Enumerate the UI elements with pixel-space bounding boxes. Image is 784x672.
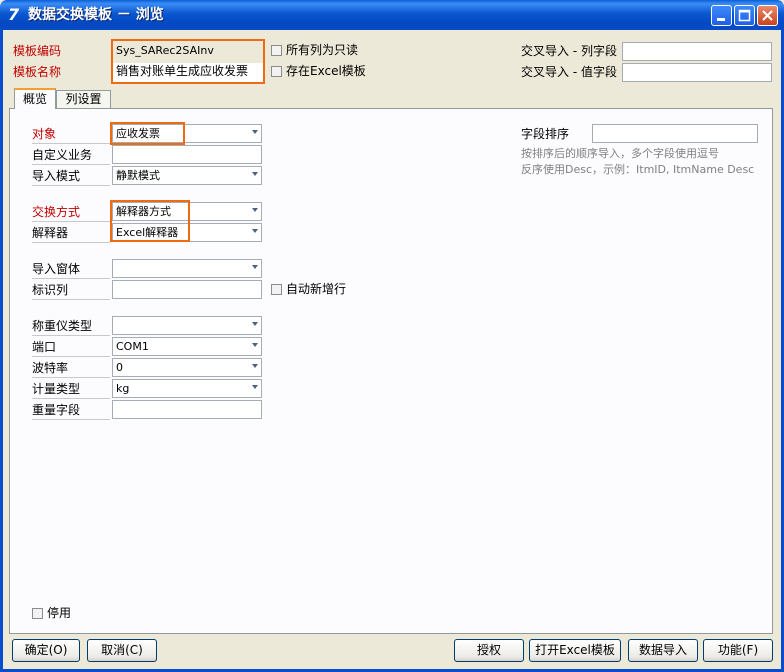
weight-field-input[interactable] [112, 400, 262, 419]
sort-hint-1: 按排序后的顺序导入，多个字段使用逗号 [521, 147, 719, 160]
chevron-down-icon [252, 208, 258, 212]
import-mode-label: 导入模式 [32, 169, 81, 183]
all-readonly-checkbox[interactable] [271, 45, 282, 56]
unit-type-label: 计量类型 [32, 382, 81, 396]
template-code-label: 模板编码 [13, 44, 62, 58]
chevron-down-icon [252, 364, 258, 368]
chevron-down-icon [252, 229, 258, 233]
scale-type-select[interactable] [112, 316, 262, 335]
baud-select[interactable]: 0 [112, 358, 262, 377]
chevron-down-icon [252, 265, 258, 269]
disabled-checkbox[interactable] [32, 608, 43, 619]
cross-val-label: 交叉导入 - 值字段 [521, 65, 617, 79]
authorize-button[interactable]: 授权 [454, 639, 524, 662]
minimize-icon [717, 18, 725, 21]
tab-overview[interactable]: 概览 [14, 88, 56, 109]
id-column-label: 标识列 [32, 283, 69, 297]
row-divider [32, 242, 110, 243]
template-name-label: 模板名称 [13, 65, 62, 79]
row-divider [32, 419, 110, 420]
exchange-highlight-box [110, 200, 190, 242]
cancel-button[interactable]: 取消(C) [87, 639, 157, 662]
custom-business-label: 自定义业务 [32, 148, 93, 162]
row-divider [32, 398, 110, 399]
exchange-method-label: 交换方式 [32, 205, 81, 219]
cross-col-field[interactable] [622, 42, 772, 61]
chevron-down-icon [252, 172, 258, 176]
import-form-select[interactable] [112, 259, 262, 278]
row-divider [32, 278, 110, 279]
cross-val-field[interactable] [622, 63, 772, 82]
template-name-field[interactable]: 销售对账单生成应收发票 [113, 63, 263, 82]
row-divider [32, 164, 110, 165]
excel-template-checkbox[interactable] [271, 66, 282, 77]
disabled-label: 停用 [47, 606, 72, 620]
id-column-field[interactable] [112, 280, 262, 299]
row-divider [32, 143, 110, 144]
open-excel-button[interactable]: 打开Excel模板 [529, 639, 621, 662]
chevron-down-icon [252, 130, 258, 134]
app-icon: 7 [8, 5, 20, 24]
row-divider [32, 299, 110, 300]
port-select[interactable]: COM1 [112, 337, 262, 356]
row-divider [32, 335, 110, 336]
scale-type-label: 称重仪类型 [32, 319, 93, 333]
ok-button[interactable]: 确定(O) [12, 639, 80, 662]
parser-label: 解释器 [32, 226, 69, 240]
baud-label: 波特率 [32, 361, 69, 375]
sort-hint-2: 反序使用Desc，示例：ItmID, ItmName Desc [521, 163, 755, 176]
tab-column-settings[interactable]: 列设置 [56, 90, 111, 108]
cross-col-label: 交叉导入 - 列字段 [521, 44, 617, 58]
object-label: 对象 [32, 127, 57, 141]
row-divider [32, 221, 110, 222]
maximize-button[interactable] [734, 5, 755, 26]
close-button[interactable] [757, 5, 778, 26]
custom-business-field[interactable] [112, 145, 262, 164]
template-code-field[interactable]: Sys_SARec2SAInv [113, 42, 263, 61]
object-highlight-box [110, 122, 185, 145]
row-divider [32, 185, 110, 186]
import-form-label: 导入窗体 [32, 262, 81, 276]
chevron-down-icon [252, 385, 258, 389]
import-mode-select[interactable]: 静默模式 [112, 166, 262, 185]
minimize-button[interactable] [711, 5, 732, 26]
sort-label: 字段排序 [521, 127, 570, 141]
unit-type-value: kg [116, 382, 130, 395]
close-icon [762, 10, 773, 21]
data-import-button[interactable]: 数据导入 [628, 639, 698, 662]
sort-field[interactable] [592, 124, 758, 143]
port-label: 端口 [32, 340, 57, 354]
unit-type-select[interactable]: kg [112, 379, 262, 398]
weight-field-label: 重量字段 [32, 403, 81, 417]
auto-new-row-checkbox[interactable] [271, 284, 282, 295]
function-button[interactable]: 功能(F) [703, 639, 773, 662]
row-divider [32, 356, 110, 357]
maximize-icon [738, 9, 751, 22]
chevron-down-icon [252, 343, 258, 347]
port-value: COM1 [116, 340, 149, 353]
window-title: 数据交换模板 － 浏览 [28, 7, 164, 23]
auto-new-row-label: 自动新增行 [286, 282, 347, 296]
baud-value: 0 [116, 361, 123, 374]
row-divider [32, 377, 110, 378]
all-readonly-label: 所有列为只读 [286, 43, 359, 57]
excel-template-label: 存在Excel模板 [286, 64, 366, 78]
import-mode-value: 静默模式 [116, 169, 160, 182]
chevron-down-icon [252, 322, 258, 326]
